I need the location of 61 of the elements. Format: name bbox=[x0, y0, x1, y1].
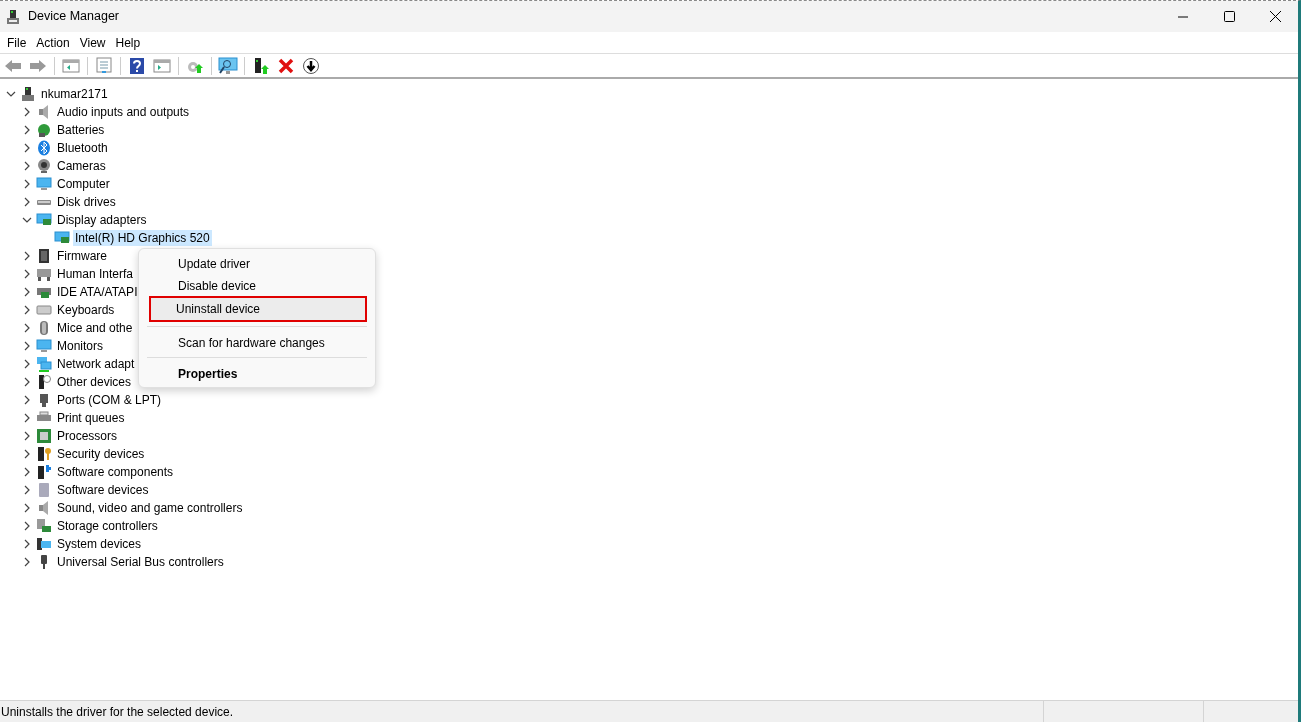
tree-item[interactable]: Mice and othe bbox=[55, 320, 135, 336]
context-menu-item[interactable]: Uninstall device bbox=[149, 296, 367, 322]
tree-item[interactable]: Monitors bbox=[55, 338, 105, 354]
device-category-icon bbox=[36, 248, 52, 264]
status-text: Uninstalls the driver for the selected device. bbox=[0, 703, 235, 721]
tree-item[interactable]: Keyboards bbox=[55, 302, 117, 318]
tree-item[interactable]: Audio inputs and outputs bbox=[55, 104, 192, 120]
tree-item[interactable]: Network adapt bbox=[55, 356, 137, 372]
tree-item[interactable]: Batteries bbox=[55, 122, 107, 138]
tree-item[interactable]: Software devices bbox=[55, 482, 151, 498]
device-category-icon bbox=[36, 518, 52, 534]
tree-item[interactable]: Universal Serial Bus controllers bbox=[55, 554, 226, 570]
tree-item[interactable]: Firmware bbox=[55, 248, 109, 264]
tree-item[interactable]: Print queues bbox=[55, 410, 127, 426]
device-category-icon bbox=[36, 428, 52, 444]
device-category-icon bbox=[36, 212, 52, 228]
computer-tower-icon bbox=[20, 86, 36, 102]
tree-item[interactable]: nkumar2171 bbox=[39, 86, 110, 102]
tree-item[interactable]: Sound, video and game controllers bbox=[55, 500, 245, 516]
tree-item[interactable]: Processors bbox=[55, 428, 120, 444]
tree-item[interactable]: Display adapters bbox=[55, 212, 149, 228]
tree-item[interactable]: Bluetooth bbox=[55, 140, 110, 156]
tree-item[interactable]: Ports (COM & LPT) bbox=[55, 392, 163, 408]
tree-item[interactable]: Software components bbox=[55, 464, 176, 480]
tree-item[interactable]: Storage controllers bbox=[55, 518, 160, 534]
device-category-icon bbox=[36, 482, 52, 498]
device-category-icon bbox=[36, 122, 52, 138]
device-category-icon bbox=[36, 374, 52, 390]
menu-item[interactable]: Help bbox=[110, 33, 146, 52]
device-category-icon bbox=[36, 338, 52, 354]
device-category-icon bbox=[36, 356, 52, 372]
device-category-icon bbox=[36, 176, 52, 192]
tree-item[interactable]: Other devices bbox=[55, 374, 134, 390]
device-category-icon bbox=[36, 158, 52, 174]
context-menu-item[interactable]: Update driver bbox=[143, 252, 371, 274]
tree-item[interactable]: Disk drives bbox=[55, 194, 118, 210]
device-category-icon bbox=[36, 464, 52, 480]
tree-item[interactable]: IDE ATA/ATAPI bbox=[55, 284, 140, 300]
display-adapter-icon bbox=[54, 230, 70, 246]
tree-item[interactable]: Computer bbox=[55, 176, 112, 192]
context-menu-item[interactable]: Disable device bbox=[143, 274, 371, 296]
device-category-icon bbox=[36, 446, 52, 462]
maximize-icon bbox=[1223, 11, 1235, 22]
context-menu-item[interactable]: Properties bbox=[143, 362, 371, 384]
tree-item[interactable]: Cameras bbox=[55, 158, 108, 174]
device-category-icon bbox=[36, 536, 52, 552]
device-manager-icon bbox=[6, 8, 20, 25]
device-category-icon bbox=[36, 302, 52, 318]
device-category-icon bbox=[36, 140, 52, 156]
context-menu-item[interactable]: Scan for hardware changes bbox=[143, 331, 371, 353]
menu-item[interactable]: File bbox=[2, 33, 32, 52]
window-title: Device Manager bbox=[28, 8, 119, 26]
menu-item[interactable]: View bbox=[74, 33, 111, 52]
close-icon bbox=[1269, 11, 1281, 22]
tree-item[interactable]: Human Interfa bbox=[55, 266, 136, 282]
tree-item[interactable]: Intel(R) HD Graphics 520 bbox=[73, 230, 212, 246]
tree-item[interactable]: System devices bbox=[55, 536, 144, 552]
menu-item[interactable]: Action bbox=[31, 33, 75, 52]
device-category-icon bbox=[36, 266, 52, 282]
tree-item[interactable]: Security devices bbox=[55, 446, 147, 462]
monitor-search-icon[interactable] bbox=[217, 54, 239, 77]
